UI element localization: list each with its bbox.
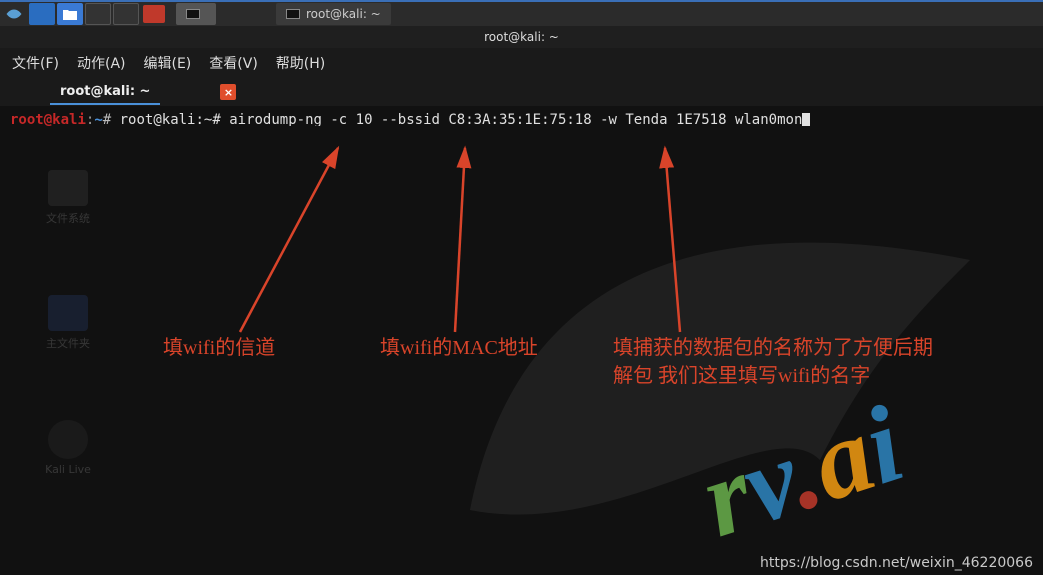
taskbar-task-active[interactable] [176, 3, 216, 25]
desktop-filesystem-icon: 文件系统 [40, 170, 96, 226]
menu-edit[interactable]: 编辑(E) [144, 53, 192, 73]
desktop-kalilive-icon: Kali Live [40, 420, 96, 476]
taskbar-app1-icon[interactable] [29, 3, 55, 25]
desktop-kalilive-label: Kali Live [45, 463, 91, 476]
taskbar-task-label: root@kali: ~ [306, 7, 381, 21]
tab-close-button[interactable]: × [220, 84, 236, 100]
tab-label: root@kali: ~ [60, 84, 150, 99]
window-title: root@kali: ~ [484, 30, 559, 44]
annotation-channel: 填wifi的信道 [163, 334, 275, 362]
menubar: 文件(F) 动作(A) 编辑(E) 查看(V) 帮助(H) [0, 48, 1043, 78]
taskbar: root@kali: ~ [0, 0, 1043, 26]
taskbar-folder-icon[interactable] [57, 3, 83, 25]
terminal-thumbnail-icon [186, 9, 200, 19]
menu-action[interactable]: 动作(A) [77, 53, 126, 73]
taskbar-terminal-icon[interactable] [85, 3, 111, 25]
source-url: https://blog.csdn.net/weixin_46220066 [760, 555, 1033, 571]
kali-menu-icon[interactable] [1, 3, 27, 25]
annotation-mac: 填wifi的MAC地址 [380, 334, 538, 362]
desktop-home-label: 主文件夹 [46, 335, 90, 351]
menu-help[interactable]: 帮助(H) [276, 53, 325, 73]
taskbar-task[interactable]: root@kali: ~ [276, 3, 391, 25]
menu-view[interactable]: 查看(V) [209, 53, 258, 73]
menu-file[interactable]: 文件(F) [12, 53, 59, 73]
taskbar-app-red-icon[interactable] [141, 3, 167, 25]
terminal-icon [286, 9, 300, 19]
taskbar-terminal-icon-2[interactable] [113, 3, 139, 25]
terminal-tab[interactable]: root@kali: ~ [50, 80, 160, 105]
close-icon: × [224, 86, 233, 99]
annotation-capture: 填捕获的数据包的名称为了方便后期解包 我们这里填写wifi的名字 [613, 334, 933, 390]
desktop-home-icon: 主文件夹 [40, 295, 96, 351]
tabbar: root@kali: ~ × [0, 78, 1043, 106]
window-titlebar: root@kali: ~ [0, 26, 1043, 48]
desktop-filesystem-label: 文件系统 [46, 210, 90, 226]
